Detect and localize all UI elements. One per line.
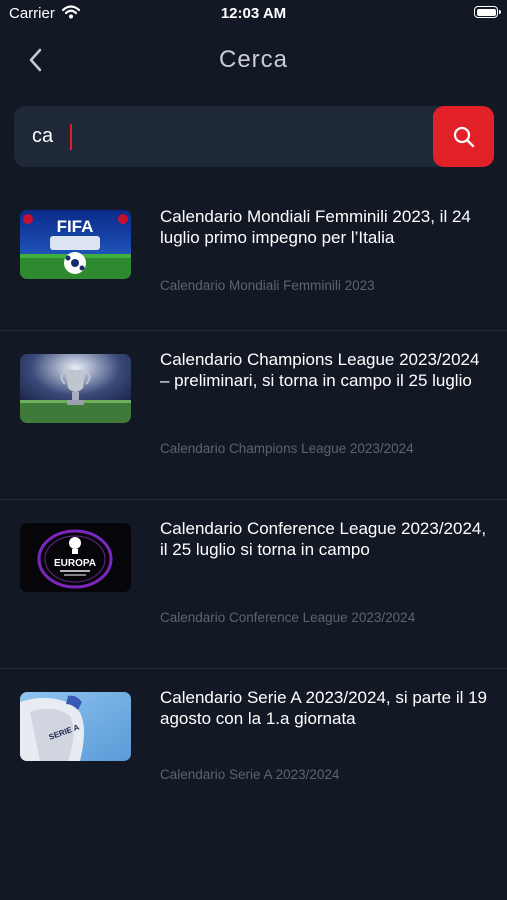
fifa-womens-world-cup-thumbnail: FIFA [20, 210, 131, 279]
status-bar: Carrier 12:03 AM [0, 0, 507, 28]
champions-league-trophy-thumbnail [20, 354, 131, 423]
conference-league-logo-thumbnail: EUROPA [20, 523, 131, 592]
result-item[interactable]: FIFA Calendario Mondiali Femminili 2023,… [0, 168, 507, 331]
search-bar [14, 106, 494, 167]
result-subtitle: Calendario Serie A 2023/2024 [160, 767, 340, 782]
result-subtitle: Calendario Mondiali Femminili 2023 [160, 278, 375, 293]
battery-icon [474, 6, 501, 18]
search-button[interactable] [433, 106, 494, 167]
result-item[interactable]: SERIE A Calendario Serie A 2023/2024, si… [0, 669, 507, 837]
result-item[interactable]: EUROPA Calendario Conference League 2023… [0, 500, 507, 669]
result-subtitle: Calendario Champions League 2023/2024 [160, 441, 414, 456]
search-input[interactable] [14, 106, 434, 167]
result-subtitle: Calendario Conference League 2023/2024 [160, 610, 416, 625]
clock: 12:03 AM [220, 5, 287, 22]
result-title: Calendario Conference League 2023/2024, … [160, 519, 487, 559]
results-list: FIFA Calendario Mondiali Femminili 2023,… [0, 168, 507, 837]
serie-a-flag-thumbnail: SERIE A [20, 692, 131, 761]
fifa-logo-text: FIFA [57, 217, 94, 236]
result-title: Calendario Serie A 2023/2024, si parte i… [160, 688, 488, 728]
result-title: Calendario Champions League 2023/2024 – … [160, 350, 480, 390]
result-item[interactable]: Calendario Champions League 2023/2024 – … [0, 331, 507, 500]
result-title: Calendario Mondiali Femminili 2023, il 2… [160, 207, 471, 247]
text-caret [70, 124, 72, 150]
navigation-bar: Cerca [0, 36, 507, 84]
search-icon [453, 126, 474, 147]
europa-logo-text: EUROPA [54, 558, 96, 569]
page-title: Cerca [218, 46, 289, 73]
